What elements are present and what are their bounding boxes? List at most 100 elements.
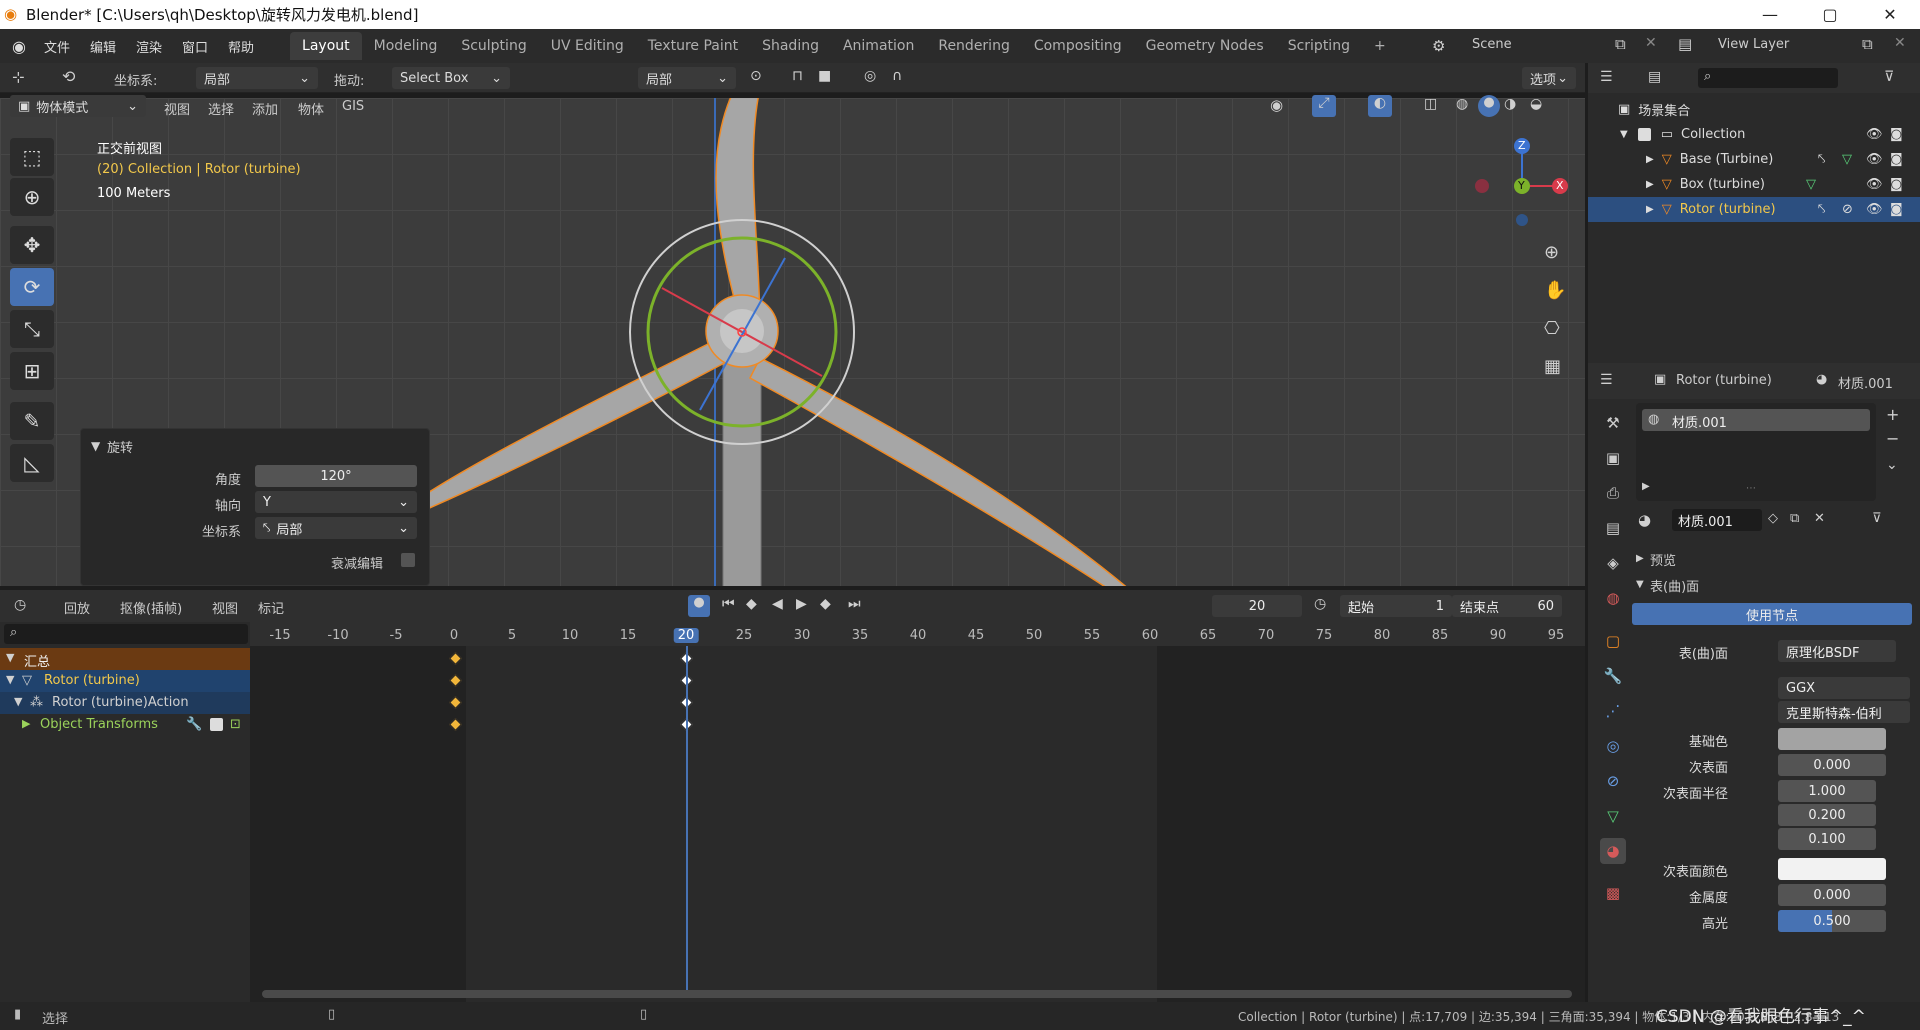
outliner-item[interactable]: ▶ ▽ Box (turbine) ▽ 👁 ◙ xyxy=(1588,172,1920,197)
proportional-edit-checkbox[interactable] xyxy=(401,553,415,567)
proportional-edit-icon[interactable]: ◎ xyxy=(864,68,876,84)
menu-add[interactable]: 添加 xyxy=(252,99,278,118)
menu-view[interactable]: 视图 xyxy=(164,99,190,118)
outliner-search-input[interactable]: ⌕ xyxy=(1698,68,1838,88)
solid-shading-icon[interactable]: ● xyxy=(1478,95,1500,117)
jump-start-icon[interactable]: ⏮ xyxy=(722,596,735,612)
lock-icon[interactable]: ⊡ xyxy=(230,717,241,732)
scene-name[interactable]: Scene xyxy=(1472,37,1512,52)
render-camera-icon[interactable]: ◙ xyxy=(1890,177,1903,192)
add-slot-icon[interactable]: + xyxy=(1886,405,1899,424)
options-dropdown[interactable]: 选项 ⌄ xyxy=(1522,67,1576,89)
eye-icon[interactable]: 👁 xyxy=(1866,177,1883,192)
modifier-wrench-icon[interactable]: 🔧 xyxy=(186,717,202,732)
base-color-swatch[interactable] xyxy=(1778,728,1886,750)
new-scene-icon[interactable]: ⧉ xyxy=(1615,35,1626,53)
new-material-icon[interactable]: ⧉ xyxy=(1790,511,1799,526)
menu-select[interactable]: 选择 xyxy=(208,99,234,118)
timeline-editor[interactable]: ⌕ -15 -10 -5 0 5 10 15 20 25 30 35 40 45… xyxy=(0,622,1585,1002)
pan-hand-icon[interactable]: ✋ xyxy=(1544,280,1566,301)
zoom-icon[interactable]: ⊕ xyxy=(1544,242,1559,263)
coord-system-dropdown[interactable]: 局部 ⌄ xyxy=(196,67,318,89)
tab-geometry-nodes[interactable]: Geometry Nodes xyxy=(1134,32,1276,60)
constraints-tab-icon[interactable]: ⊘ xyxy=(1600,768,1626,794)
menu-render[interactable]: 渲染 xyxy=(126,37,172,56)
perspective-grid-icon[interactable]: ▦ xyxy=(1544,356,1561,377)
auto-keying-icon[interactable]: ● xyxy=(688,595,710,617)
scene-tab-icon[interactable]: ◈ xyxy=(1600,550,1626,576)
browse-material-icon[interactable]: ◕ xyxy=(1638,511,1651,529)
overlay-toggle-icon[interactable]: ◐ xyxy=(1368,95,1392,117)
outliner-editor-icon[interactable]: ☰ xyxy=(1600,69,1613,85)
render-camera-icon[interactable]: ◙ xyxy=(1890,202,1903,217)
link-dropdown-icon[interactable]: ⊽ xyxy=(1872,511,1882,526)
outliner-item[interactable]: ▶ ▽ Base (Turbine) ⤣ ▽ 👁 ◙ xyxy=(1588,147,1920,172)
view-layer-icon[interactable]: ▤ xyxy=(1678,35,1692,53)
maximize-button[interactable]: ▢ xyxy=(1800,0,1860,29)
render-camera-icon[interactable]: ◙ xyxy=(1890,127,1903,142)
channel-enable-checkbox[interactable] xyxy=(210,718,223,731)
tab-shading[interactable]: Shading xyxy=(750,32,831,60)
modifier-icon[interactable]: ⤣ xyxy=(1818,202,1825,217)
keying-menu[interactable]: 抠像(插帧) xyxy=(120,598,182,617)
object-tab-icon[interactable]: ▢ xyxy=(1600,628,1626,654)
filter-icon[interactable]: ⊽ xyxy=(1884,69,1894,85)
wireframe-shading-icon[interactable]: ◍ xyxy=(1456,96,1468,112)
rotate-tool[interactable]: ⟳ xyxy=(10,268,54,306)
constraint-icon[interactable]: ⊘ xyxy=(1842,202,1853,217)
tab-animation[interactable]: Animation xyxy=(831,32,926,60)
menu-edit[interactable]: 编辑 xyxy=(80,37,126,56)
falloff-icon[interactable]: ∩ xyxy=(892,68,902,84)
subsurface-color-swatch[interactable] xyxy=(1778,858,1886,880)
expand-icon[interactable]: ▶ xyxy=(1642,481,1650,492)
surface-panel-label[interactable]: 表(曲)面 xyxy=(1650,576,1699,595)
annotate-tool[interactable]: ✎ xyxy=(10,402,54,440)
preview-range-icon[interactable]: ◷ xyxy=(1314,596,1326,612)
particles-tab-icon[interactable]: ⋰ xyxy=(1600,698,1626,724)
subsurface-radius-x[interactable]: 1.000 xyxy=(1778,780,1876,802)
jump-end-icon[interactable]: ⏭ xyxy=(848,596,861,612)
playhead[interactable] xyxy=(686,646,688,992)
current-frame-field[interactable]: 20 xyxy=(1212,595,1302,617)
mode-dropdown[interactable]: ▣ 物体模式 ⌄ xyxy=(10,95,146,117)
select-box-tool[interactable]: ⬚ xyxy=(10,138,54,176)
render-camera-icon[interactable]: ◙ xyxy=(1890,152,1903,167)
tab-scripting[interactable]: Scripting xyxy=(1276,32,1362,60)
next-keyframe-icon[interactable]: ◆ xyxy=(820,596,831,612)
timeline-view-menu[interactable]: 视图 xyxy=(212,598,238,617)
subsurface-radius-y[interactable]: 0.200 xyxy=(1778,804,1876,826)
measure-tool[interactable]: ◺ xyxy=(10,444,54,482)
physics-tab-icon[interactable]: ◎ xyxy=(1600,733,1626,759)
display-mode-icon[interactable]: ▤ xyxy=(1648,69,1661,85)
panel-collapse-icon[interactable]: ▼ xyxy=(91,439,100,453)
modifier-icon[interactable]: ⤣ xyxy=(1818,152,1825,167)
surface-shader-field[interactable]: 原理化BSDF xyxy=(1778,640,1896,662)
texture-tab-icon[interactable]: ▩ xyxy=(1600,880,1626,906)
delete-scene-icon[interactable]: ✕ xyxy=(1645,35,1657,51)
collection-row[interactable]: ▼ ▭ Collection 👁 ◙ xyxy=(1588,122,1920,147)
prev-keyframe-icon[interactable]: ◆ xyxy=(746,596,757,612)
rendered-shading-icon[interactable]: ◒ xyxy=(1530,96,1542,112)
minimize-button[interactable]: — xyxy=(1740,0,1800,29)
snap-icon[interactable]: ⊓ xyxy=(792,68,803,84)
add-workspace-button[interactable]: + xyxy=(1362,32,1398,60)
view-layer-name[interactable]: View Layer xyxy=(1718,37,1789,52)
world-tab-icon[interactable]: ◍ xyxy=(1600,585,1626,611)
view-layer-tab-icon[interactable]: ▤ xyxy=(1600,515,1626,541)
close-button[interactable]: ✕ xyxy=(1860,0,1920,29)
slot-specials-icon[interactable]: ⌄ xyxy=(1886,457,1898,473)
tab-compositing[interactable]: Compositing xyxy=(1022,32,1134,60)
subsurface-field[interactable]: 0.000 xyxy=(1778,754,1886,776)
properties-editor-icon[interactable]: ☰ xyxy=(1600,372,1613,388)
current-frame-marker[interactable]: 20 xyxy=(673,628,699,643)
channel-action[interactable]: ▼ ⁂ Rotor (turbine)Action xyxy=(0,692,250,714)
data-tab-icon[interactable]: ▽ xyxy=(1600,803,1626,829)
metallic-field[interactable]: 0.000 xyxy=(1778,884,1886,906)
modifier-tab-icon[interactable]: 🔧 xyxy=(1600,663,1626,689)
tab-texture-paint[interactable]: Texture Paint xyxy=(636,32,750,60)
tab-sculpting[interactable]: Sculpting xyxy=(449,32,538,60)
mesh-data-icon[interactable]: ▽ xyxy=(1842,152,1852,167)
material-tab-icon[interactable]: ◕ xyxy=(1600,838,1626,864)
use-nodes-button[interactable]: 使用节点 xyxy=(1632,603,1912,625)
xray-icon[interactable]: ◫ xyxy=(1424,96,1437,112)
